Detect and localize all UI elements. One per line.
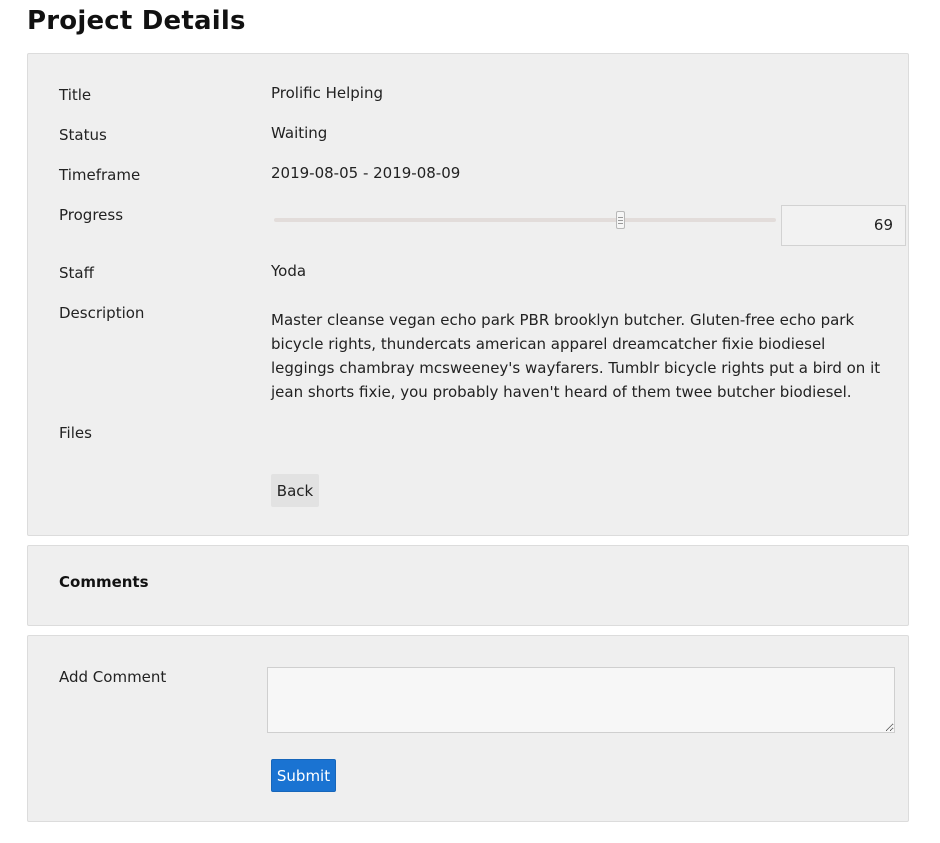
comments-heading: Comments <box>59 573 149 591</box>
grip-icon <box>617 216 623 224</box>
timeframe-label: Timeframe <box>59 166 141 184</box>
files-label: Files <box>59 424 92 442</box>
progress-label: Progress <box>59 206 124 224</box>
comment-textarea[interactable] <box>267 667 895 733</box>
add-comment-panel: Add Comment Submit <box>27 635 909 822</box>
staff-label: Staff <box>59 264 94 282</box>
submit-button[interactable]: Submit <box>271 759 336 792</box>
staff-value: Yoda <box>271 262 307 280</box>
title-value: Prolific Helping <box>271 84 383 102</box>
description-label: Description <box>59 304 145 322</box>
progress-input[interactable]: 69 <box>781 205 906 246</box>
add-comment-label: Add Comment <box>59 668 167 686</box>
progress-slider-handle[interactable] <box>615 211 625 229</box>
description-value: Master cleanse vegan echo park PBR brook… <box>271 311 881 401</box>
details-panel: Title Prolific Helping Status Waiting Ti… <box>27 53 909 536</box>
page-title: Project Details <box>27 6 246 36</box>
page: Project Details Title Prolific Helping S… <box>0 0 940 843</box>
progress-slider-track[interactable] <box>274 218 776 222</box>
title-label: Title <box>59 86 92 104</box>
timeframe-value: 2019-08-05 - 2019-08-09 <box>271 164 461 182</box>
status-value: Waiting <box>271 124 328 142</box>
comments-panel: Comments <box>27 545 909 626</box>
back-button[interactable]: Back <box>271 474 319 507</box>
status-label: Status <box>59 126 107 144</box>
